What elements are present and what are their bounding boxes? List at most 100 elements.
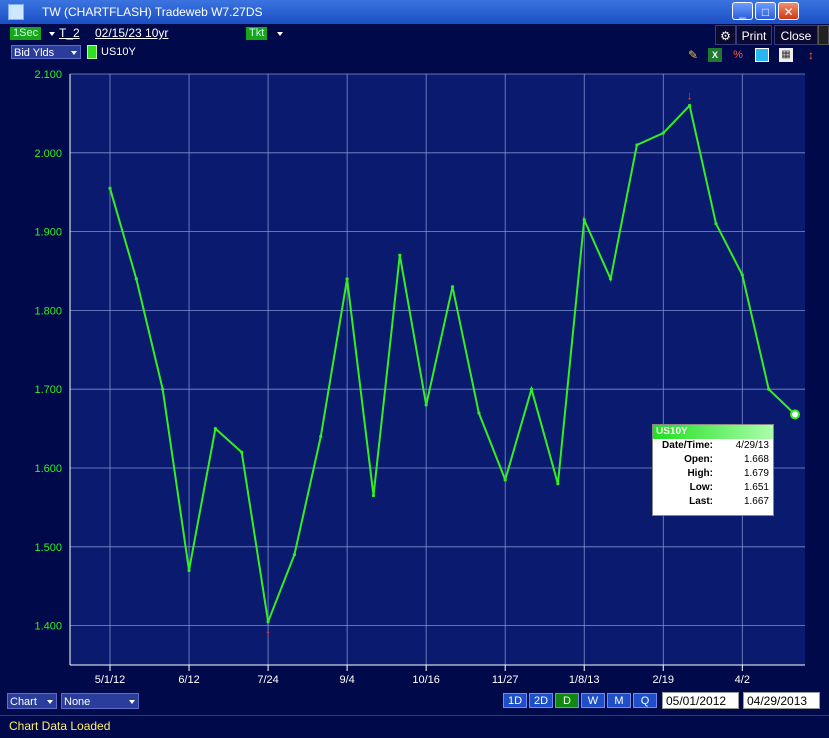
legend-label: US10Y bbox=[101, 46, 136, 58]
y-tick-label: 1.800 bbox=[34, 305, 62, 317]
maximize-button[interactable]: □ bbox=[755, 2, 776, 20]
yield-type-select[interactable]: Bid Ylds bbox=[11, 45, 81, 59]
interval-dropdown-icon[interactable] bbox=[49, 32, 55, 36]
x-axis-labels: 5/1/12 6/12 7/24 9/4 10/16 11/27 1/8/13 2/19 4/2 bbox=[95, 674, 750, 686]
title-bar: TW (CHARTFLASH) Tradeweb W7.27DS _ □ ✕ bbox=[0, 0, 829, 24]
data-tooltip: US10Y Date/Time: 4/29/13 Open: 1.668 High:… bbox=[652, 424, 774, 516]
scrollbar[interactable] bbox=[818, 25, 829, 45]
data-point bbox=[292, 553, 297, 557]
x-tick-label: 7/24 bbox=[257, 674, 278, 686]
data-point bbox=[503, 478, 507, 482]
color-square-icon[interactable] bbox=[755, 48, 769, 62]
instrument-prefix[interactable]: T_2 bbox=[59, 26, 80, 40]
range-m-button[interactable]: M bbox=[607, 693, 631, 708]
last-point-marker bbox=[790, 409, 800, 420]
data-point bbox=[161, 387, 165, 391]
legend-swatch bbox=[87, 45, 97, 59]
x-tick-label: 5/1/12 bbox=[95, 674, 126, 686]
instrument-link[interactable]: 02/15/23 10yr bbox=[95, 26, 168, 40]
study-label: None bbox=[64, 696, 91, 708]
y-tick-label: 2.100 bbox=[34, 69, 62, 81]
close-window-button[interactable]: ✕ bbox=[778, 2, 799, 20]
data-point bbox=[134, 277, 138, 281]
y-tick-label: 1.400 bbox=[34, 621, 62, 633]
yield-type-dropdown-icon bbox=[71, 51, 77, 55]
plot-area bbox=[70, 74, 805, 665]
high-marker-icon: ↓ bbox=[687, 89, 693, 103]
y-tick-label: 2.000 bbox=[34, 148, 62, 160]
low-marker-icon: ↑ bbox=[265, 627, 271, 641]
data-point bbox=[635, 143, 639, 147]
minimize-button[interactable]: _ bbox=[732, 2, 753, 20]
tooltip-last-label: Last: bbox=[689, 496, 713, 507]
chart-grid bbox=[69, 73, 805, 671]
price-chart[interactable]: 2.100 2.000 1.900 1.800 1.700 1.600 1.500 1.400… bbox=[0, 64, 829, 692]
chart-type-select[interactable]: Chart bbox=[7, 693, 57, 709]
study-dropdown-icon bbox=[129, 700, 135, 704]
data-point bbox=[424, 403, 428, 407]
bottom-toolbar: Chart None 1D 2D D W M Q 05/01/2012 04/2… bbox=[0, 690, 829, 715]
tooltip-date-label: Date/Time: bbox=[662, 440, 713, 451]
range-d-button[interactable]: D bbox=[555, 693, 579, 708]
app-icon bbox=[8, 4, 24, 20]
x-tick-label: 6/12 bbox=[178, 674, 199, 686]
data-point bbox=[371, 493, 376, 498]
settings-icon[interactable]: ⚙ bbox=[715, 25, 736, 45]
range-q-button[interactable]: Q bbox=[633, 693, 657, 708]
y-tick-label: 1.600 bbox=[34, 463, 62, 475]
data-point bbox=[187, 568, 191, 573]
study-select[interactable]: None bbox=[61, 693, 139, 709]
data-point bbox=[266, 620, 270, 624]
pencil-icon[interactable]: ✎ bbox=[686, 48, 700, 62]
grid-icon[interactable]: ▦ bbox=[779, 48, 793, 62]
range-2d-button[interactable]: 2D bbox=[529, 693, 553, 708]
ticket-dropdown-icon[interactable] bbox=[277, 32, 283, 36]
end-date-field[interactable]: 04/29/2013 bbox=[743, 692, 820, 709]
tooltip-high-label: High: bbox=[687, 468, 713, 479]
y-tick-label: 1.700 bbox=[34, 384, 62, 396]
tooltip-low: 1.651 bbox=[743, 482, 769, 493]
tooltip-open: 1.668 bbox=[743, 454, 769, 465]
percent-icon[interactable]: % bbox=[731, 48, 745, 62]
data-point bbox=[767, 387, 771, 391]
x-tick-label: 2/19 bbox=[653, 674, 674, 686]
data-point bbox=[608, 277, 613, 281]
x-tick-label: 4/2 bbox=[735, 674, 750, 686]
interval-selector[interactable]: 1Sec bbox=[10, 27, 42, 40]
y-tick-label: 1.900 bbox=[34, 227, 62, 239]
data-point bbox=[345, 277, 349, 281]
excel-icon[interactable]: X bbox=[708, 48, 722, 62]
data-point bbox=[582, 218, 586, 222]
data-point bbox=[319, 434, 323, 439]
print-button[interactable]: Print bbox=[736, 25, 772, 45]
tooltip-date: 4/29/13 bbox=[735, 440, 769, 451]
status-bar: Chart Data Loaded bbox=[0, 715, 829, 738]
resize-arrows-icon[interactable]: ↕ bbox=[804, 48, 818, 62]
tooltip-title: US10Y bbox=[653, 425, 773, 439]
data-point bbox=[240, 450, 244, 454]
data-point bbox=[740, 273, 744, 277]
data-point bbox=[661, 131, 665, 135]
status-message: Chart Data Loaded bbox=[9, 719, 111, 733]
chart-type-dropdown-icon bbox=[47, 700, 53, 704]
range-1d-button[interactable]: 1D bbox=[503, 693, 527, 708]
range-w-button[interactable]: W bbox=[581, 693, 605, 708]
tooltip-low-label: Low: bbox=[689, 482, 713, 493]
close-button[interactable]: Close bbox=[774, 25, 818, 45]
data-point bbox=[108, 186, 112, 190]
data-point bbox=[556, 482, 560, 486]
data-point bbox=[450, 285, 455, 289]
x-tick-label: 11/27 bbox=[492, 674, 519, 686]
x-tick-label: 9/4 bbox=[339, 674, 354, 686]
tooltip-open-label: Open: bbox=[684, 454, 713, 465]
start-date-field[interactable]: 05/01/2012 bbox=[662, 692, 739, 709]
x-tick-label: 1/8/13 bbox=[569, 674, 600, 686]
x-tick-label: 10/16 bbox=[412, 674, 440, 686]
window-title: TW (CHARTFLASH) Tradeweb W7.27DS bbox=[42, 5, 263, 19]
data-point bbox=[714, 222, 718, 226]
chart-type-label: Chart bbox=[10, 696, 37, 708]
ticket-button[interactable]: Tkt bbox=[246, 27, 268, 40]
tooltip-high: 1.679 bbox=[743, 468, 769, 479]
y-tick-label: 1.500 bbox=[34, 542, 62, 554]
data-point bbox=[213, 427, 217, 431]
